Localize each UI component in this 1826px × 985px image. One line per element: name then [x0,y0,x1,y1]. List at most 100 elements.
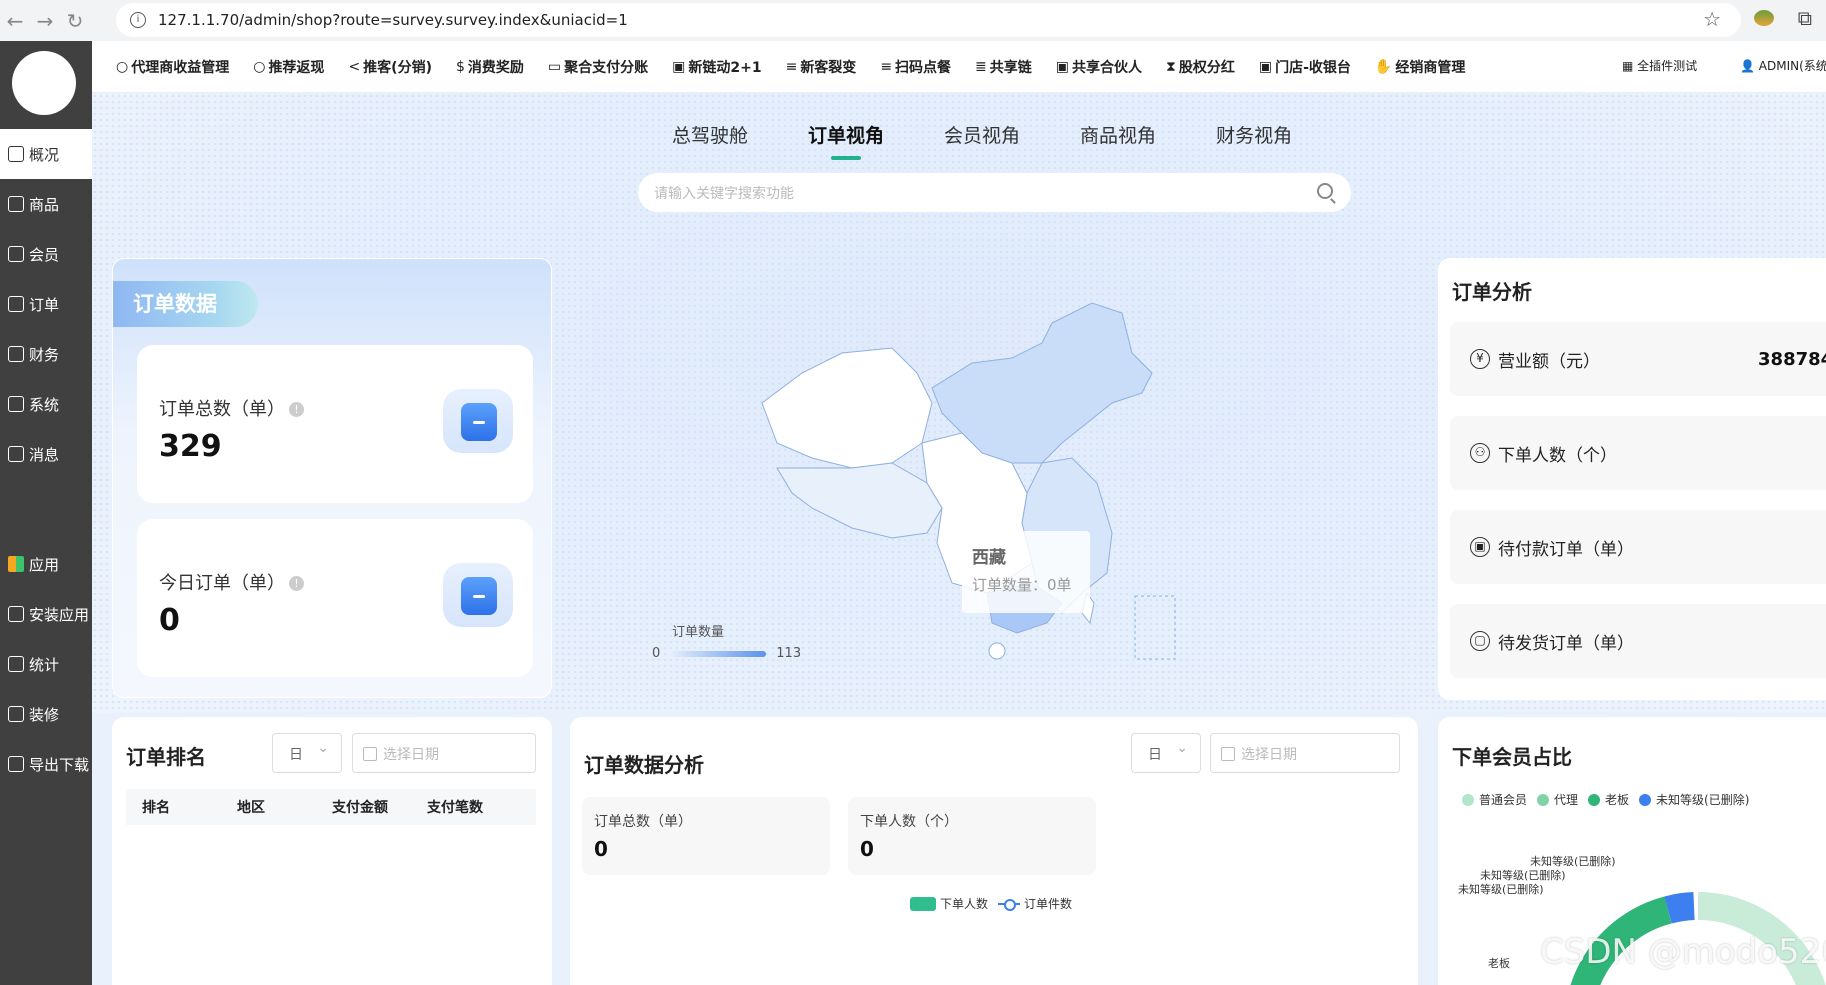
order-rank-card: 订单排名 日 选择日期 排名 地区 支付金额 支付笔数 [112,717,552,985]
search-icon[interactable] [1317,183,1333,199]
sidebar-item[interactable]: 应用 [0,539,92,589]
top-menu-item[interactable]: ≡ 扫码点餐 [880,57,951,77]
order-data-analysis-title: 订单数据分析 [584,753,704,777]
top-menu-label: 扫码点餐 [895,59,952,76]
download-icon [8,756,24,772]
legend-dot[interactable] [1639,793,1652,806]
install-icon [8,606,24,622]
cart-icon [8,296,24,312]
yen-icon: ¥ [1470,349,1490,369]
address-bar[interactable]: i 127.1.1.70/admin/shop?route=survey.sur… [116,3,1741,37]
users-icon [8,246,24,262]
legend-dot[interactable] [1462,793,1474,806]
top-menu-item[interactable]: $ 消费奖励 [456,57,524,77]
top-menu-item[interactable]: ▣ 新链动2+1 [672,57,761,77]
top-menu-item[interactable]: ✋ 经销商管理 [1375,57,1465,77]
legend-dot[interactable] [1537,793,1550,806]
view-tabs: 总驾驶舱 订单视角 会员视角 商品视角 财务视角 [672,121,1352,160]
sidebar-item[interactable]: 财务 [0,329,92,379]
logo[interactable] [12,51,76,115]
order-analysis-row: ⚇下单人数（个）1 [1450,416,1826,490]
legend-bar-swatch[interactable] [910,896,936,911]
map-region-tibet[interactable] [776,462,943,539]
analysis-period-select[interactable]: 日 [1131,733,1201,773]
rank-period-select[interactable]: 日 [272,733,342,773]
view-tab[interactable]: 财务视角 [1216,121,1292,148]
sidebar-item-label: 系统 [29,395,60,414]
extensions-puzzle-icon[interactable]: ⧉ [1798,6,1812,30]
top-menu-item[interactable]: ▣ 门店-收银台 [1259,57,1351,77]
view-tab[interactable]: 会员视角 [944,121,1020,148]
view-tab[interactable]: 商品视角 [1080,121,1156,148]
sidebar-item[interactable]: 消息 [0,429,92,479]
bag-icon [443,389,513,453]
rank-date-picker[interactable]: 选择日期 [352,733,536,773]
box-icon: ▢ [1470,631,1490,651]
legend-label[interactable]: 未知等级(已删除) [1656,791,1749,808]
rank-table-header: 排名 地区 支付金额 支付笔数 [126,789,536,825]
menu-glyph-icon: ▣ [672,58,686,75]
plugin-test-link[interactable]: ▦ 全插件测试 [1622,57,1697,74]
sidebar-item[interactable]: 概况 [0,129,92,179]
sidebar-item[interactable]: 装修 [0,689,92,739]
back-icon[interactable]: ← [0,9,30,33]
sidebar-item[interactable]: 统计 [0,639,92,689]
menu-glyph-icon: ≣ [975,58,987,75]
top-menu: ○ 代理商收益管理 ○ 推荐返现 < 推客(分销) $ 消费奖励 ▭ 聚合支付分账 ▣ 新链动2+1 ≡… [92,41,1826,93]
help-icon[interactable]: ! [289,576,304,591]
sidebar: 概况 商品 会员 订单财务系统消息 应用 安装应用 统计装修导出下载 [0,41,92,985]
sidebar-item-label: 装修 [29,705,60,724]
top-menu-item[interactable]: ≣ 共享链 [975,57,1032,77]
top-menu-item[interactable]: ○ 代理商收益管理 [116,57,229,77]
calendar-list-icon [443,563,513,627]
sidebar-item[interactable]: 安装应用 [0,589,92,639]
wallet-icon: ▣ [1470,537,1490,557]
today-order-value: 0 [159,603,180,638]
menu-glyph-icon: ▣ [1055,58,1070,75]
brush-icon [8,706,24,722]
stats-icon [8,656,24,672]
top-menu-item[interactable]: ○ 推荐返现 [253,57,324,77]
view-tab[interactable]: 订单视角 [808,121,884,160]
member-legend: 普通会员 代理 老板 未知等级(已删除) [1452,791,1749,808]
extension-icon[interactable] [1754,10,1774,26]
top-menu-item[interactable]: < 推客(分销) [348,57,432,77]
top-menu-item[interactable]: ▭ 聚合支付分账 [548,57,648,77]
legend-line-swatch[interactable] [998,898,1021,911]
order-analysis-row: ¥ 营业额（元） 388784. [1450,322,1826,396]
sidebar-item[interactable]: 导出下载 [0,739,92,789]
bookmark-star-icon[interactable]: ☆ [1703,7,1721,31]
analysis-date-picker[interactable]: 选择日期 [1210,733,1400,773]
map-region-hainan[interactable] [988,642,1006,660]
view-tab[interactable]: 总驾驶舱 [672,121,748,148]
reload-icon[interactable]: ↻ [60,9,90,33]
donut-segment-unknown[interactable] [1664,892,1695,924]
search-input[interactable]: 请输入关键字搜索功能 [638,173,1351,212]
top-menu-label: 经销商管理 [1395,59,1466,76]
legend-dot[interactable] [1588,793,1601,806]
china-map[interactable] [742,293,1192,673]
sidebar-item[interactable]: 会员 [0,229,92,279]
sidebar-item[interactable]: 订单 [0,279,92,329]
sidebar-item[interactable]: 商品 [0,179,92,229]
top-menu-item[interactable]: ▣ 共享合伙人 [1056,57,1142,77]
rank-column-header: 地区 [237,800,265,816]
sidebar-item-label: 财务 [29,345,60,364]
top-menu-item[interactable]: ⧗ 股权分红 [1166,57,1235,77]
goods-icon [8,196,24,212]
forward-icon[interactable]: → [30,9,60,33]
order-analysis-label: 下单人数（个） [1498,445,1617,466]
top-menu-label: 消费奖励 [467,59,524,76]
top-menu-item[interactable]: ≡ 新客裂变 [786,57,857,77]
admin-user-menu[interactable]: 👤 ADMIN(系统 [1740,57,1826,74]
sidebar-item[interactable]: 系统 [0,379,92,429]
info-icon[interactable]: i [130,12,146,28]
legend-label[interactable]: 老板 [1605,791,1629,808]
menu-glyph-icon: ▭ [547,58,562,75]
legend-label[interactable]: 代理 [1554,791,1578,808]
top-menu-label: 聚合支付分账 [564,59,649,76]
help-icon[interactable]: ! [289,402,304,417]
map-region-xinjiang[interactable] [761,347,933,469]
legend-label[interactable]: 普通会员 [1479,791,1527,808]
rank-column-header: 支付笔数 [427,800,483,816]
